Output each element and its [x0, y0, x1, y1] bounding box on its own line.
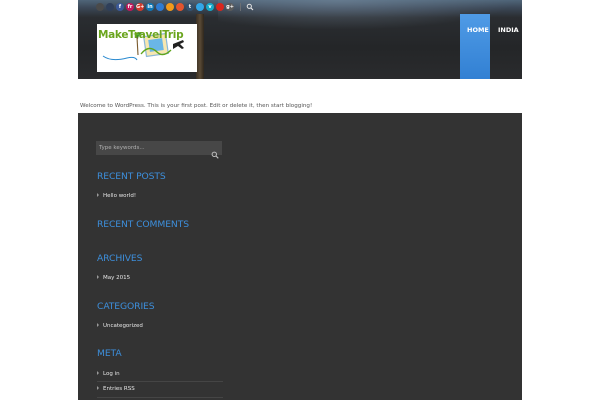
social-icons-bar: f fr G+ in t v g+: [96, 3, 254, 11]
logo-text: MakeTravelTrip: [98, 29, 184, 41]
delicious-icon[interactable]: [96, 3, 104, 11]
chevron-right-icon: [97, 192, 99, 197]
chevron-right-icon: [97, 274, 99, 279]
post-excerpt: Welcome to WordPress. This is your first…: [80, 103, 313, 109]
search-input[interactable]: [99, 141, 207, 155]
tumblr-icon[interactable]: t: [186, 3, 194, 11]
flickr-icon[interactable]: fr: [126, 3, 134, 11]
list-item[interactable]: Log in: [97, 368, 225, 380]
nav-item-home[interactable]: HOME: [460, 14, 490, 79]
search-icon[interactable]: [246, 3, 254, 11]
linkedin-icon[interactable]: in: [146, 3, 154, 11]
widget-title-archives: ARCHIVES: [97, 253, 143, 264]
list-item[interactable]: May 2015: [97, 272, 225, 284]
list-divider: [97, 381, 223, 382]
search-icon[interactable]: [211, 144, 219, 159]
list-divider: [97, 397, 223, 398]
list-item[interactable]: Entries RSS: [97, 383, 225, 395]
chevron-right-icon: [97, 370, 99, 375]
pinterest-icon[interactable]: [156, 3, 164, 11]
youtube-icon[interactable]: [216, 3, 224, 11]
widget-title-meta: META: [97, 348, 122, 359]
site-header: f fr G+ in t v g+ MakeTravelTrip HOME IN…: [78, 0, 522, 79]
widget-title-recent-comments: RECENT COMMENTS: [97, 219, 189, 230]
twitter-icon[interactable]: [196, 3, 204, 11]
google-plus-icon[interactable]: G+: [136, 3, 144, 11]
topbar-separator: [240, 3, 241, 11]
main-navigation: HOME INDIA: [460, 14, 522, 79]
list-item[interactable]: Uncategorized: [97, 320, 225, 332]
email-icon[interactable]: [106, 3, 114, 11]
widget-title-recent-posts: RECENT POSTS: [97, 171, 166, 182]
chevron-right-icon: [97, 322, 99, 327]
site-logo[interactable]: MakeTravelTrip: [97, 24, 197, 72]
sidebar-search: [96, 141, 222, 159]
vimeo-icon[interactable]: v: [206, 3, 214, 11]
rss-icon[interactable]: [166, 3, 174, 11]
stumbleupon-icon[interactable]: [176, 3, 184, 11]
google-plus-alt-icon[interactable]: g+: [226, 3, 234, 11]
nav-item-india[interactable]: INDIA: [490, 14, 522, 79]
widget-title-categories: CATEGORIES: [97, 301, 155, 312]
sidebar-panel: RECENT POSTS Hello world! RECENT COMMENT…: [78, 113, 522, 400]
chevron-right-icon: [97, 385, 99, 390]
header-tree-trunk: [196, 14, 204, 79]
facebook-icon[interactable]: f: [116, 3, 124, 11]
list-item[interactable]: Hello world!: [97, 190, 225, 202]
